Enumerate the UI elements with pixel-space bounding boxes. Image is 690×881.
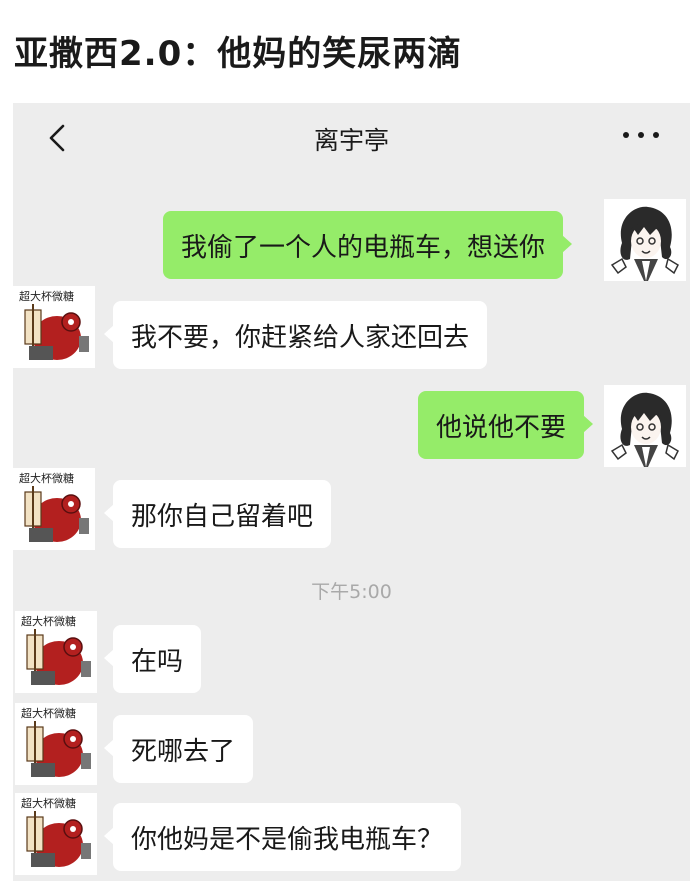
red-cartoon-sticker-avatar-icon: 超大杯微糖 — [13, 286, 95, 368]
red-cartoon-sticker-avatar-icon: 超大杯微糖 — [13, 468, 95, 550]
sticker-caption: 超大杯微糖 — [19, 289, 74, 303]
message-bubble-incoming[interactable]: 死哪去了 — [103, 715, 254, 783]
sticker-caption: 超大杯微糖 — [21, 706, 76, 720]
message-timestamp: 下午5:00 — [311, 581, 392, 603]
contact-name: 离宇亭 — [313, 126, 389, 155]
message-bubble-outgoing[interactable]: 他说他不要 — [418, 391, 594, 459]
anime-character-avatar-icon — [604, 199, 686, 281]
sticker-caption: 超大杯微糖 — [21, 796, 76, 810]
message-bubble-incoming[interactable]: 在吗 — [103, 625, 202, 693]
message-bubble-incoming[interactable]: 那你自己留着吧 — [103, 480, 332, 548]
red-cartoon-sticker-avatar-icon: 超大杯微糖 — [15, 611, 97, 693]
message-bubble-incoming[interactable]: 我不要，你赶紧给人家还回去 — [103, 301, 488, 369]
contact-avatar[interactable]: 超大杯微糖 — [15, 703, 97, 785]
anime-character-avatar-icon — [604, 385, 686, 467]
red-cartoon-sticker-avatar-icon: 超大杯微糖 — [15, 703, 97, 785]
contact-avatar[interactable]: 超大杯微糖 — [13, 286, 95, 368]
message-bubble-outgoing[interactable]: 我偷了一个人的电瓶车，想送你 — [163, 211, 573, 279]
ellipsis-icon[interactable] — [621, 125, 661, 145]
sticker-caption: 超大杯微糖 — [19, 471, 74, 485]
own-avatar[interactable] — [604, 199, 686, 281]
red-cartoon-sticker-avatar-icon: 超大杯微糖 — [15, 793, 97, 875]
own-avatar[interactable] — [604, 385, 686, 467]
message-bubble-incoming[interactable]: 你他妈是不是偷我电瓶车？ — [103, 803, 462, 871]
chat-header: 离宇亭 — [13, 103, 690, 175]
sticker-caption: 超大杯微糖 — [21, 614, 76, 628]
contact-avatar[interactable]: 超大杯微糖 — [15, 611, 97, 693]
contact-avatar[interactable]: 超大杯微糖 — [15, 793, 97, 875]
chat-screen: 离宇亭 我偷了一个人的电瓶车，想送你 超大杯微糖 我不要，你赶紧给人家还回去 他… — [13, 103, 690, 881]
post-title: 亚撒西2.0：他妈的笑尿两滴 — [14, 34, 463, 74]
contact-avatar[interactable]: 超大杯微糖 — [13, 468, 95, 550]
